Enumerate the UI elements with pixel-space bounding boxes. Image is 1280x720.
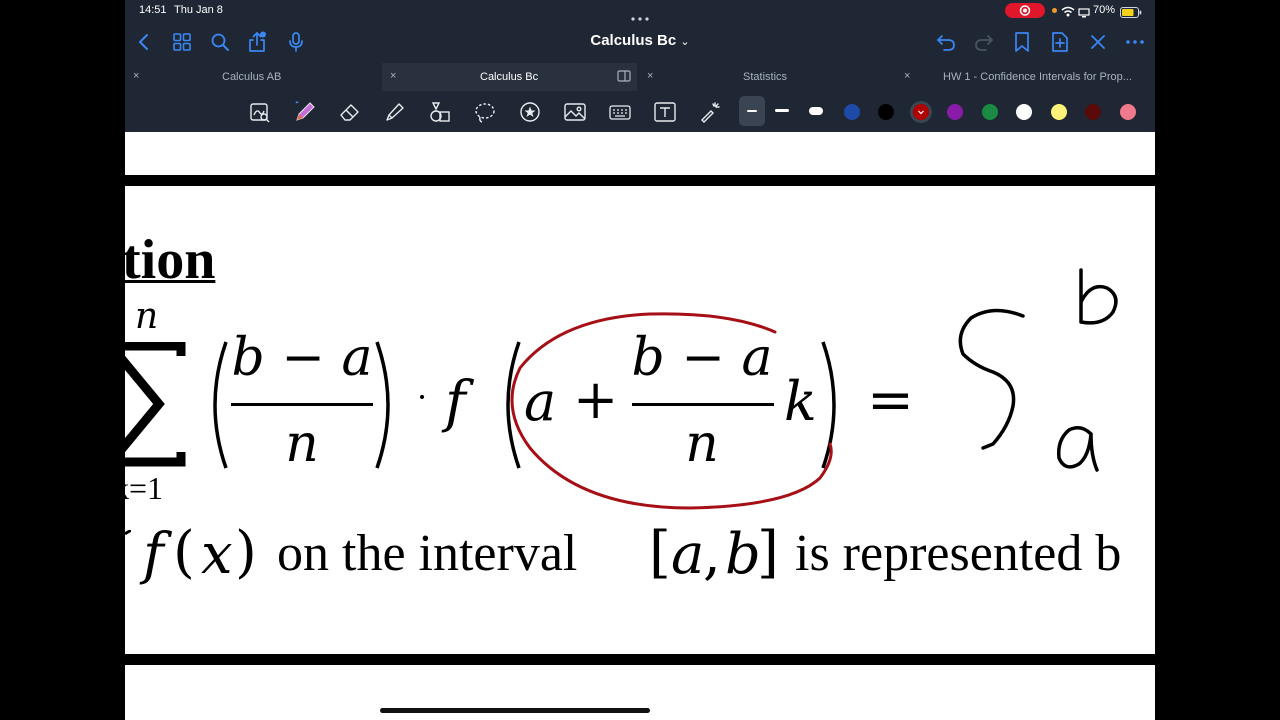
document-title: Calculus Bc ⌄ xyxy=(125,32,1155,49)
tab-close-icon[interactable]: × xyxy=(647,70,653,82)
sum-lower-limit: k=1 xyxy=(125,470,164,506)
color-swatch-pink[interactable] xyxy=(1120,104,1136,120)
color-swatch-black[interactable] xyxy=(878,104,894,120)
pen-tool-icon[interactable] xyxy=(293,100,317,124)
tab-calculus-bc[interactable]: × Calculus Bc xyxy=(382,63,637,91)
document-title-text: Calculus Bc xyxy=(590,32,677,49)
eraser-icon[interactable] xyxy=(338,100,362,124)
document-title-button[interactable]: Calculus Bc ⌄ xyxy=(590,32,689,49)
line2-comma: , xyxy=(703,522,721,587)
battery-icon xyxy=(1120,5,1142,23)
tab-close-icon[interactable]: × xyxy=(133,70,139,82)
equals-sign: = xyxy=(867,368,914,433)
color-swatch-green[interactable] xyxy=(982,104,998,120)
add-page-icon[interactable] xyxy=(1049,31,1071,53)
line2-x: x xyxy=(201,522,233,587)
redo-icon[interactable] xyxy=(973,31,995,53)
line2-close-bracket: ] xyxy=(757,520,779,585)
stroke-width-thick[interactable] xyxy=(807,96,829,126)
page-top-border xyxy=(125,175,1155,186)
microphone-icon[interactable] xyxy=(285,31,307,53)
close-toolbar-icon[interactable] xyxy=(1087,31,1109,53)
drawing-toolbar xyxy=(125,92,1155,132)
line2-a: a xyxy=(671,522,705,587)
more-icon[interactable] xyxy=(1124,31,1146,53)
shapes-icon[interactable] xyxy=(428,100,452,124)
tab-label: Calculus AB xyxy=(222,71,282,83)
tab-calculus-ab[interactable]: × Calculus AB xyxy=(125,63,380,91)
share-icon[interactable] xyxy=(246,31,268,53)
fraction-1-bar xyxy=(231,403,373,406)
line2-close-paren: ) xyxy=(235,520,257,585)
screen-recording-indicator[interactable] xyxy=(1005,3,1045,18)
laser-pointer-icon[interactable] xyxy=(698,100,722,124)
tab-bar: × Calculus AB × Calculus Bc × Statistics… xyxy=(125,63,1155,91)
tab-label: HW 1 - Confidence Intervals for Prop... xyxy=(943,71,1132,83)
search-icon[interactable] xyxy=(209,31,231,53)
home-indicator[interactable] xyxy=(380,708,650,713)
sticker-icon[interactable] xyxy=(518,100,542,124)
line2-open-paren: ( xyxy=(173,520,195,585)
line2-open-bracket: [ xyxy=(649,520,671,585)
page-bottom-border xyxy=(125,654,1155,665)
app-chrome: 14:51 Thu Jan 8 70% Calculus Bc ⌄ × Calc… xyxy=(125,0,1155,132)
line2-text-interval: on the interval xyxy=(277,525,578,582)
image-icon[interactable] xyxy=(563,100,587,124)
battery-percent: 70% xyxy=(1093,4,1116,16)
keyboard-icon[interactable] xyxy=(608,100,632,124)
fraction-1-denominator: n xyxy=(285,414,319,474)
stroke-width-thin[interactable] xyxy=(739,96,765,126)
stroke-width-medium[interactable] xyxy=(773,96,795,126)
color-swatch-red-selected[interactable] xyxy=(913,104,929,120)
red-circle-annotation[interactable] xyxy=(500,308,850,523)
color-swatch-white[interactable] xyxy=(1016,104,1032,120)
grid-view-icon[interactable] xyxy=(171,31,193,53)
handwritten-lower-limit: a xyxy=(1053,420,1103,483)
left-paren-1 xyxy=(202,340,230,475)
back-icon[interactable] xyxy=(133,31,155,53)
lasso-read-icon[interactable] xyxy=(248,100,272,124)
tab-label: Calculus Bc xyxy=(480,71,539,83)
line2-b: b xyxy=(725,522,761,587)
location-dot-icon xyxy=(1052,8,1057,13)
tab-close-icon[interactable]: × xyxy=(904,70,910,82)
screen-mirror-icon xyxy=(1078,5,1090,23)
clipped-symbol xyxy=(125,529,133,552)
tab-statistics[interactable]: × Statistics xyxy=(639,63,894,91)
color-swatch-purple[interactable] xyxy=(947,104,963,120)
status-date: Thu Jan 8 xyxy=(174,4,223,16)
color-swatch-yellow[interactable] xyxy=(1051,104,1067,120)
text-box-icon[interactable] xyxy=(653,100,677,124)
tab-close-icon[interactable]: × xyxy=(390,70,396,82)
highlighter-icon[interactable] xyxy=(383,100,407,124)
tab-hw1[interactable]: × HW 1 - Confidence Intervals for Prop..… xyxy=(896,63,1155,91)
fraction-1-numerator: b − a xyxy=(231,328,373,388)
tab-label: Statistics xyxy=(743,71,788,83)
line2-f: f xyxy=(143,522,164,587)
summation-sign xyxy=(125,341,187,472)
note-page[interactable]: tion n k=1 b − a n · f a + b − a n k = xyxy=(125,132,1155,720)
split-view-icon[interactable] xyxy=(617,69,631,86)
heading-fragment: tion xyxy=(125,229,216,291)
status-time: 14:51 xyxy=(139,4,167,16)
app-window: 14:51 Thu Jan 8 70% Calculus Bc ⌄ × Calc… xyxy=(125,0,1155,720)
right-paren-1 xyxy=(373,340,401,475)
lasso-icon[interactable] xyxy=(473,100,497,124)
prose-line: f ( x ) on the interval [ a , b ] is rep… xyxy=(125,520,1155,592)
undo-icon[interactable] xyxy=(935,31,957,53)
function-f: f xyxy=(445,370,466,435)
line2-text-represented: is represented b xyxy=(795,525,1122,582)
multiplication-dot: · xyxy=(417,378,428,416)
bookmark-icon[interactable] xyxy=(1011,31,1033,53)
handwritten-upper-limit: b xyxy=(1073,264,1123,333)
sum-upper-limit: n xyxy=(135,296,159,337)
wifi-icon xyxy=(1061,4,1075,22)
multitask-dots[interactable] xyxy=(630,8,650,21)
color-swatch-maroon[interactable] xyxy=(1085,104,1101,120)
title-chevron-icon: ⌄ xyxy=(680,36,690,48)
color-swatch-blue[interactable] xyxy=(844,104,860,120)
handwritten-integral xyxy=(953,306,1045,459)
